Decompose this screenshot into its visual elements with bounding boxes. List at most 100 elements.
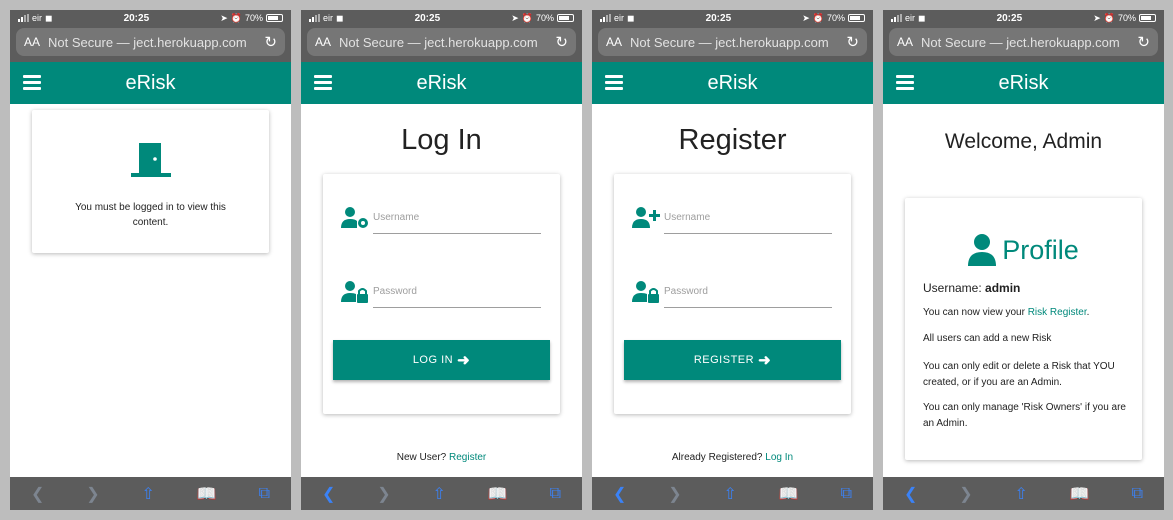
password-field[interactable]: Password: [632, 278, 832, 308]
hamburger-menu-icon[interactable]: [605, 75, 623, 90]
share-icon[interactable]: ⇧: [1015, 484, 1028, 504]
risk-register-link[interactable]: Risk Register: [1028, 307, 1087, 318]
login-required-message: You must be logged in to view this conte…: [75, 202, 226, 228]
url-text[interactable]: Not Secure — ject.herokuapp.com: [339, 35, 547, 50]
register-button[interactable]: REGISTER ➜: [624, 340, 841, 380]
carrier-label: eir: [614, 13, 625, 23]
reader-settings-button[interactable]: AA: [897, 35, 913, 49]
back-icon[interactable]: ❮: [322, 484, 335, 504]
share-icon[interactable]: ⇧: [433, 484, 446, 504]
carrier-label: eir: [905, 13, 916, 23]
sign-in-icon: ➜: [758, 352, 772, 369]
battery-icon: [265, 14, 283, 22]
register-link[interactable]: Register: [449, 452, 486, 463]
reader-settings-button[interactable]: AA: [606, 35, 622, 49]
reload-icon[interactable]: ↻: [555, 33, 568, 51]
back-icon[interactable]: ❮: [31, 484, 44, 504]
reader-settings-button[interactable]: AA: [24, 35, 40, 49]
app-title[interactable]: eRisk: [707, 72, 757, 95]
phone-screen-login: eir ◼ 20:25 ➤ ⏰ 70% AA Not Secure — ject…: [301, 10, 582, 510]
forward-icon[interactable]: ❯: [959, 484, 972, 504]
hamburger-menu-icon[interactable]: [896, 75, 914, 90]
bookmarks-icon[interactable]: 📖: [197, 484, 217, 504]
battery-percent: 70%: [826, 13, 845, 23]
login-required-card: You must be logged in to view this conte…: [32, 110, 269, 253]
wifi-icon: ◼: [627, 12, 635, 23]
sign-in-icon: ➜: [457, 352, 471, 369]
phone-screen-guard: eir ◼ 20:25 ➤ ⏰ 70% AA Not Secure — ject…: [10, 10, 291, 510]
wifi-icon: ◼: [336, 12, 344, 23]
address-bar[interactable]: AA Not Secure — ject.herokuapp.com ↻: [16, 28, 285, 56]
bookmarks-icon[interactable]: 📖: [779, 484, 799, 504]
tabs-icon[interactable]: ⧉: [550, 485, 561, 503]
forward-icon[interactable]: ❯: [377, 484, 390, 504]
register-form-card: Username Password REGISTER ➜: [614, 174, 851, 414]
welcome-heading: Welcome, Admin: [944, 130, 1103, 153]
address-bar[interactable]: AA Not Secure — ject.herokuapp.com ↻: [598, 28, 867, 56]
tabs-icon[interactable]: ⧉: [259, 485, 270, 503]
username-value: admin: [985, 281, 1021, 295]
app-title[interactable]: eRisk: [125, 72, 175, 95]
clock: 20:25: [123, 12, 150, 24]
share-icon[interactable]: ⇧: [142, 484, 155, 504]
bookmarks-icon[interactable]: 📖: [488, 484, 508, 504]
password-field[interactable]: Password: [341, 278, 541, 308]
battery-icon: [847, 14, 865, 22]
register-prompt: New User? Register: [301, 452, 582, 463]
tabs-icon[interactable]: ⧉: [841, 485, 852, 503]
back-icon[interactable]: ❮: [904, 484, 917, 504]
tabs-icon[interactable]: ⧉: [1132, 485, 1143, 503]
app-title[interactable]: eRisk: [416, 72, 466, 95]
bookmarks-icon[interactable]: 📖: [1070, 484, 1090, 504]
user-plus-icon: [632, 207, 660, 228]
alarm-icon: ⏰: [1103, 12, 1115, 23]
signal-icon: [891, 14, 902, 22]
forward-icon[interactable]: ❯: [668, 484, 681, 504]
battery-percent: 70%: [244, 13, 263, 23]
add-risk-note: All users can add a new Risk: [923, 333, 1052, 344]
risk-register-line: You can now view your Risk Register.: [923, 307, 1128, 318]
username-field[interactable]: Username: [632, 204, 832, 234]
risk-owners-note: You can only manage 'Risk Owners' if you…: [923, 402, 1126, 429]
forward-icon[interactable]: ❯: [86, 484, 99, 504]
register-prompt-text: New User?: [396, 452, 447, 463]
phone-screen-register: eir ◼ 20:25 ➤ ⏰ 70% AA Not Secure — ject…: [592, 10, 873, 510]
clock: 20:25: [414, 12, 441, 24]
reload-icon[interactable]: ↻: [846, 33, 859, 51]
username-field[interactable]: Username: [341, 204, 541, 234]
register-button-label: REGISTER: [693, 354, 755, 366]
share-icon[interactable]: ⇧: [724, 484, 737, 504]
login-prompt-text: Already Registered?: [671, 452, 763, 463]
app-header: eRisk: [883, 62, 1164, 104]
user-lock-icon: [341, 281, 368, 303]
signal-icon: [309, 14, 320, 22]
address-bar[interactable]: AA Not Secure — ject.herokuapp.com ↻: [889, 28, 1158, 56]
address-bar[interactable]: AA Not Secure — ject.herokuapp.com ↻: [307, 28, 576, 56]
profile-card: Profile Username: admin You can now view…: [905, 198, 1142, 460]
location-icon: ➤: [511, 12, 519, 23]
url-text[interactable]: Not Secure — ject.herokuapp.com: [630, 35, 838, 50]
login-prompt: Already Registered? Log In: [592, 452, 873, 463]
url-text[interactable]: Not Secure — ject.herokuapp.com: [921, 35, 1129, 50]
hamburger-menu-icon[interactable]: [23, 75, 41, 90]
url-text[interactable]: Not Secure — ject.herokuapp.com: [48, 35, 256, 50]
user-cog-icon: [341, 207, 368, 228]
reader-settings-button[interactable]: AA: [315, 35, 331, 49]
reload-icon[interactable]: ↻: [264, 33, 277, 51]
user-lock-icon: [632, 281, 659, 303]
username-label: Username:: [923, 281, 982, 295]
carrier-label: eir: [32, 13, 43, 23]
battery-percent: 70%: [1117, 13, 1136, 23]
status-bar: eir ◼ 20:25 ➤ ⏰ 70%: [301, 10, 582, 26]
login-button[interactable]: LOG IN ➜: [333, 340, 550, 380]
door-icon: [131, 143, 171, 177]
reload-icon[interactable]: ↻: [1137, 33, 1150, 51]
risk-register-suffix: .: [1086, 307, 1090, 318]
hamburger-menu-icon[interactable]: [314, 75, 332, 90]
phone-screen-profile: eir ◼ 20:25 ➤ ⏰ 70% AA Not Secure — ject…: [883, 10, 1164, 510]
location-icon: ➤: [1093, 12, 1101, 23]
app-title[interactable]: eRisk: [998, 72, 1048, 95]
login-link[interactable]: Log In: [765, 452, 793, 463]
battery-icon: [1138, 14, 1156, 22]
back-icon[interactable]: ❮: [613, 484, 626, 504]
